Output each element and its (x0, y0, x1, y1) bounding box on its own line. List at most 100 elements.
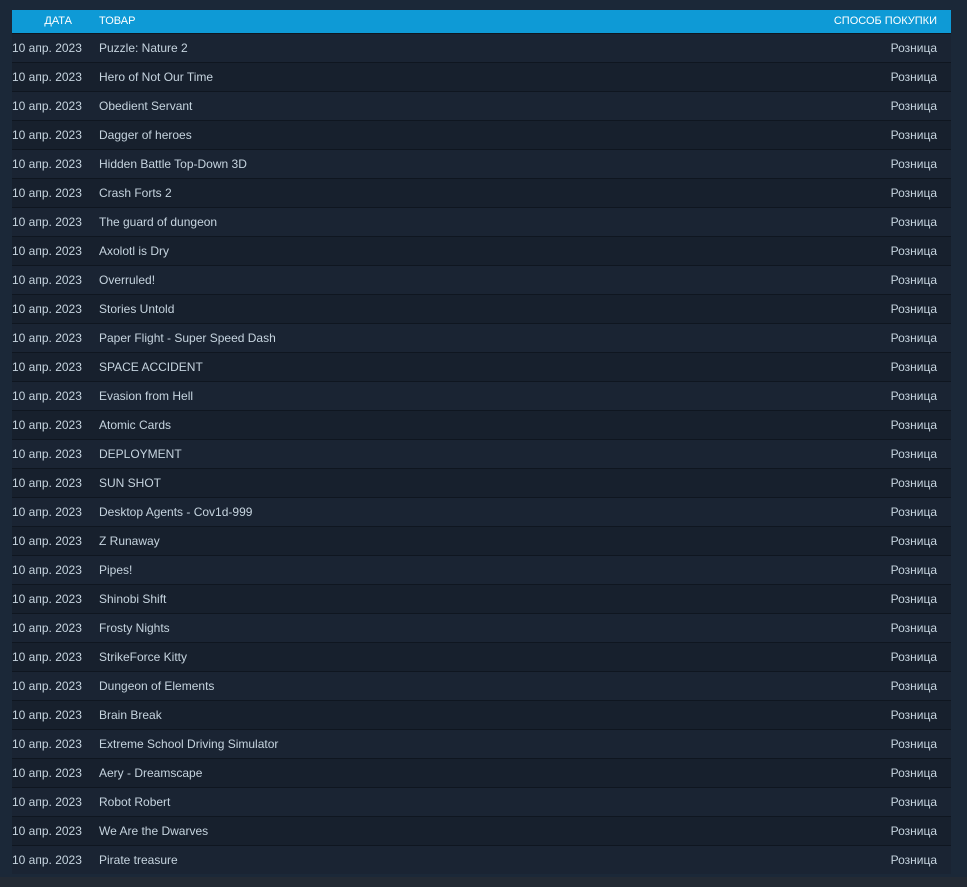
row-item-name: Extreme School Driving Simulator (99, 737, 279, 751)
table-row: 10 апр. 2023 StrikeForce Kitty Розница (12, 642, 951, 672)
row-purchase-method: Розница (890, 99, 937, 113)
row-date: 10 апр. 2023 (12, 795, 82, 809)
row-item-name: SUN SHOT (99, 476, 162, 490)
row-item-name: Puzzle: Nature 2 (99, 41, 188, 55)
row-purchase-method: Розница (890, 708, 937, 722)
table-row: 10 апр. 2023 Obedient Servant Розница (12, 91, 951, 121)
row-purchase-method: Розница (890, 215, 937, 229)
row-purchase-method: Розница (890, 853, 937, 867)
row-item-name: SPACE ACCIDENT (99, 360, 203, 374)
row-purchase-method: Розница (890, 70, 937, 84)
table-row: 10 апр. 2023 Shinobi Shift Розница (12, 584, 951, 614)
table-header: ДАТА ТОВАР СПОСОБ ПОКУПКИ (12, 10, 951, 34)
row-item-name: Evasion from Hell (99, 389, 194, 403)
row-date: 10 апр. 2023 (12, 505, 82, 519)
column-header-date: ДАТА (44, 15, 72, 27)
row-purchase-method: Розница (890, 418, 937, 432)
row-item-name: Robot Robert (99, 795, 171, 809)
row-purchase-method: Розница (890, 592, 937, 606)
row-item-name: Paper Flight - Super Speed Dash (99, 331, 276, 345)
purchase-history-table: ДАТА ТОВАР СПОСОБ ПОКУПКИ 10 апр. 2023 Pu… (12, 10, 951, 874)
row-purchase-method: Розница (890, 737, 937, 751)
table-row: 10 апр. 2023 Axolotl is Dry Розница (12, 236, 951, 266)
row-item-name: DEPLOYMENT (99, 447, 182, 461)
row-date: 10 апр. 2023 (12, 70, 82, 84)
row-item-name: Axolotl is Dry (99, 244, 170, 258)
row-purchase-method: Розница (890, 795, 937, 809)
table-header-row: ДАТА ТОВАР СПОСОБ ПОКУПКИ (12, 10, 951, 34)
row-purchase-method: Розница (890, 766, 937, 780)
table-row: 10 апр. 2023 Evasion from Hell Розница (12, 381, 951, 411)
row-purchase-method: Розница (890, 360, 937, 374)
bottom-divider (0, 877, 967, 887)
row-item-name: Desktop Agents - Cov1d-999 (99, 505, 253, 519)
table-row: 10 апр. 2023 Extreme School Driving Simul… (12, 729, 951, 759)
row-date: 10 апр. 2023 (12, 563, 82, 577)
row-date: 10 апр. 2023 (12, 418, 82, 432)
row-date: 10 апр. 2023 (12, 360, 82, 374)
table-row: 10 апр. 2023 Desktop Agents - Cov1d-999 Ро… (12, 497, 951, 527)
row-item-name: Atomic Cards (99, 418, 172, 432)
row-date: 10 апр. 2023 (12, 708, 82, 722)
row-item-name: Stories Untold (99, 302, 175, 316)
table-row: 10 апр. 2023 Hero of Not Our Time Розница (12, 62, 951, 92)
row-purchase-method: Розница (890, 128, 937, 142)
table-row: 10 апр. 2023 Frosty Nights Розница (12, 613, 951, 643)
row-item-name: Dagger of heroes (99, 128, 192, 142)
table-row: 10 апр. 2023 Pipes! Розница (12, 555, 951, 585)
row-date: 10 апр. 2023 (12, 215, 82, 229)
row-purchase-method: Розница (890, 476, 937, 490)
row-item-name: StrikeForce Kitty (99, 650, 188, 664)
row-date: 10 апр. 2023 (12, 853, 82, 867)
row-date: 10 апр. 2023 (12, 650, 82, 664)
column-header-item: ТОВАР (99, 15, 136, 27)
row-purchase-method: Розница (890, 157, 937, 171)
row-purchase-method: Розница (890, 824, 937, 838)
row-purchase-method: Розница (890, 389, 937, 403)
row-purchase-method: Розница (890, 621, 937, 635)
column-header-method: СПОСОБ ПОКУПКИ (833, 15, 937, 27)
table-row: 10 апр. 2023 Dagger of heroes Розница (12, 120, 951, 150)
table-row: 10 апр. 2023 Hidden Battle Top-Down 3D Роз… (12, 149, 951, 179)
row-item-name: Brain Break (99, 708, 162, 722)
row-date: 10 апр. 2023 (12, 157, 82, 171)
row-purchase-method: Розница (890, 679, 937, 693)
row-purchase-method: Розница (890, 447, 937, 461)
row-purchase-method: Розница (890, 650, 937, 664)
table-row: 10 апр. 2023 Robot Robert Розница (12, 787, 951, 817)
row-purchase-method: Розница (890, 41, 937, 55)
row-date: 10 апр. 2023 (12, 737, 82, 751)
row-purchase-method: Розница (890, 273, 937, 287)
table-row: 10 апр. 2023 Brain Break Розница (12, 700, 951, 730)
row-item-name: Hero of Not Our Time (99, 70, 214, 84)
row-date: 10 апр. 2023 (12, 244, 82, 258)
row-date: 10 апр. 2023 (12, 766, 82, 780)
row-date: 10 апр. 2023 (12, 824, 82, 838)
row-item-name: Obedient Servant (99, 99, 193, 113)
row-date: 10 апр. 2023 (12, 128, 82, 142)
row-item-name: Aery - Dreamscape (99, 766, 203, 780)
row-item-name: Frosty Nights (99, 621, 170, 635)
row-item-name: Shinobi Shift (99, 592, 167, 606)
table-row: 10 апр. 2023 Z Runaway Розница (12, 526, 951, 556)
row-date: 10 апр. 2023 (12, 476, 82, 490)
row-item-name: Overruled! (99, 273, 156, 287)
row-date: 10 апр. 2023 (12, 534, 82, 548)
table-row: 10 апр. 2023 Pirate treasure Розница (12, 845, 951, 874)
purchase-history-panel: ДАТА ТОВАР СПОСОБ ПОКУПКИ 10 апр. 2023 Pu… (12, 10, 951, 877)
row-date: 10 апр. 2023 (12, 331, 82, 345)
table-row: 10 апр. 2023 Crash Forts 2 Розница (12, 178, 951, 208)
row-item-name: Dungeon of Elements (99, 679, 215, 693)
row-date: 10 апр. 2023 (12, 41, 82, 55)
table-row: 10 апр. 2023 SUN SHOT Розница (12, 468, 951, 498)
row-date: 10 апр. 2023 (12, 273, 82, 287)
row-date: 10 апр. 2023 (12, 99, 82, 113)
row-date: 10 апр. 2023 (12, 186, 82, 200)
row-purchase-method: Розница (890, 244, 937, 258)
row-item-name: Crash Forts 2 (99, 186, 172, 200)
row-purchase-method: Розница (890, 534, 937, 548)
row-date: 10 апр. 2023 (12, 447, 82, 461)
row-purchase-method: Розница (890, 563, 937, 577)
table-body: 10 апр. 2023 Puzzle: Nature 2 Розница 10 ап… (12, 33, 951, 874)
table-row: 10 апр. 2023 Paper Flight - Super Speed D… (12, 323, 951, 353)
